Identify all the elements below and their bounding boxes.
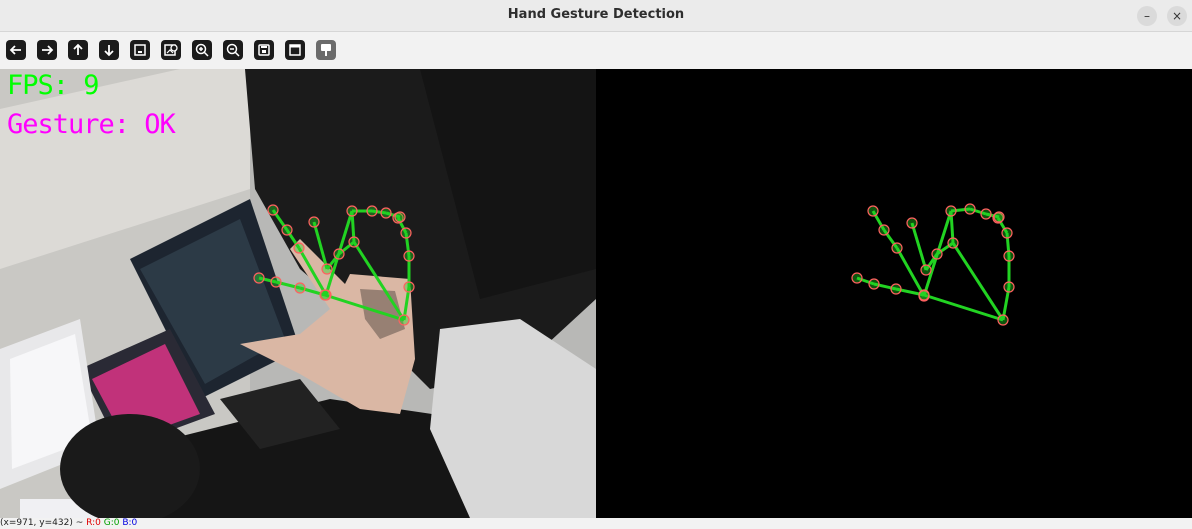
image-zoom-icon (164, 44, 178, 56)
skeleton-joint (993, 211, 1005, 223)
skeleton-joint (346, 205, 358, 217)
close-button[interactable]: × (1167, 6, 1187, 26)
skeleton-bone (910, 222, 928, 271)
skeleton-joint (868, 278, 880, 290)
zoom-out-icon (226, 43, 240, 57)
skeleton-joint (380, 207, 392, 219)
skeleton-joint (270, 276, 282, 288)
pixel-r: R:0 (86, 518, 101, 528)
skeleton-joint (253, 272, 265, 284)
cursor-coords: (x=971, y=432) ~ (0, 518, 87, 528)
skeleton-joint (319, 289, 331, 301)
arrow-up-icon (73, 43, 83, 55)
skeleton-joint (308, 216, 320, 228)
skeleton-joint (997, 314, 1009, 326)
skeleton-joint (906, 217, 918, 229)
skeleton-joint (366, 205, 378, 217)
skeleton-joint (1003, 250, 1015, 262)
skeleton-joint (321, 263, 333, 275)
skeleton-joint (980, 208, 992, 220)
window-title: Hand Gesture Detection (507, 7, 685, 22)
skeleton-joint (964, 203, 976, 215)
fps-label: FPS: 9 (7, 70, 100, 101)
skeleton-joint (947, 237, 959, 249)
skeleton-joint (267, 204, 279, 216)
skeleton-joint (403, 281, 415, 293)
skeleton-joint (348, 236, 360, 248)
image-canvas[interactable]: FPS: 9 Gesture: OK (0, 69, 1192, 518)
arrow-left-icon (9, 45, 21, 55)
skeleton-joint (890, 283, 902, 295)
zoom-in-button[interactable] (192, 40, 212, 60)
skeleton-joint (394, 211, 406, 223)
zoom-fit-button[interactable] (130, 40, 150, 60)
skeleton-joint (920, 264, 932, 276)
overlay-button[interactable] (316, 40, 336, 60)
pixel-b: B:0 (122, 518, 138, 528)
skeleton-joint (851, 272, 863, 284)
skeleton-joint (891, 242, 903, 254)
skeleton-bone (352, 241, 406, 321)
toolbar (0, 32, 1192, 68)
pan-down-button[interactable] (99, 40, 119, 60)
paint-icon (321, 44, 331, 56)
title-bar: Hand Gesture Detection – × (0, 0, 1192, 32)
zoom-original-button[interactable] (161, 40, 181, 60)
skeleton-bone (312, 221, 329, 270)
skeleton-joint (403, 250, 415, 262)
skeleton-joint (945, 205, 957, 217)
hand-skeleton-render (851, 203, 1015, 326)
skeleton-joint (878, 224, 890, 236)
skeleton-view[interactable] (596, 69, 1192, 518)
skeleton-joint (398, 314, 410, 326)
zoom-fit-icon (134, 44, 146, 56)
skeleton-bone (923, 293, 1004, 322)
skeleton-joint (1003, 281, 1015, 293)
skeleton-joint (918, 289, 930, 301)
zoom-in-icon (195, 43, 209, 57)
pixel-g: G:0 (103, 518, 120, 528)
save-icon (258, 44, 270, 56)
pan-up-button[interactable] (68, 40, 88, 60)
status-bar: (x=971, y=432) ~ R:0 G:0 B:0 (0, 518, 1192, 529)
skeleton-joint (400, 227, 412, 239)
skeleton-joint (867, 205, 879, 217)
gesture-label: Gesture: OK (7, 109, 176, 140)
skeleton-joint (294, 282, 306, 294)
skeleton-joint (281, 224, 293, 236)
properties-button[interactable] (285, 40, 305, 60)
arrow-down-icon (104, 45, 114, 57)
skeleton-joint (293, 242, 305, 254)
properties-icon (289, 44, 301, 56)
skeleton-joint (1001, 227, 1013, 239)
skeleton-bone (951, 242, 1005, 321)
camera-view[interactable]: FPS: 9 Gesture: OK (0, 69, 596, 518)
minimize-button[interactable]: – (1137, 6, 1157, 26)
zoom-out-button[interactable] (223, 40, 243, 60)
arrow-right-icon (42, 45, 54, 55)
skeleton-joint (333, 248, 345, 260)
save-button[interactable] (254, 40, 274, 60)
pan-left-button[interactable] (6, 40, 26, 60)
skeleton-joint (931, 248, 943, 260)
pan-right-button[interactable] (37, 40, 57, 60)
